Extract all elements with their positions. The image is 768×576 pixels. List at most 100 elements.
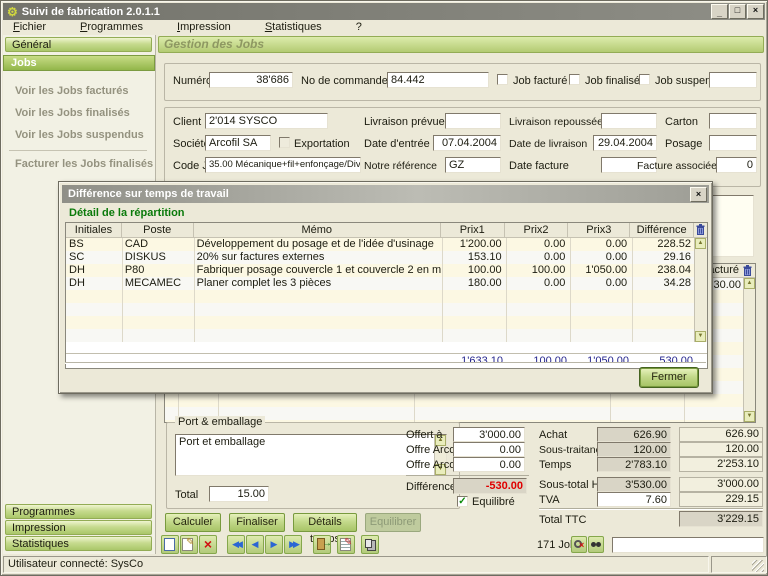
col-prix3[interactable]: Prix3 bbox=[568, 223, 630, 237]
achat-calc-field: 626.90 bbox=[597, 427, 671, 442]
factassoc-label: Facture associée bbox=[637, 160, 717, 172]
edit-job-button[interactable]: ✎ bbox=[180, 535, 198, 554]
calculer-button[interactable]: Calculer bbox=[165, 513, 221, 532]
col-prix2[interactable]: Prix2 bbox=[505, 223, 569, 237]
sidebar-item-jobs-finalises[interactable]: Voir les Jobs finalisés bbox=[15, 107, 130, 119]
previous-record-icon: ◀ bbox=[252, 539, 259, 549]
menu-help[interactable]: ? bbox=[346, 20, 372, 35]
title-bar[interactable]: ⚙ Suivi de fabrication 2.0.1.1 _ □ × bbox=[3, 3, 765, 20]
job-facture-checkbox[interactable] bbox=[497, 74, 508, 85]
window-title: Suivi de fabrication 2.0.1.1 bbox=[22, 6, 710, 18]
menu-bar: Fichier Programmes Impression Statistiqu… bbox=[3, 20, 765, 35]
col-poste[interactable]: Poste bbox=[122, 223, 194, 237]
menu-statistiques[interactable]: Statistiques bbox=[255, 20, 332, 35]
search-input[interactable] bbox=[612, 537, 764, 553]
dialog-title: Différence sur temps de travail bbox=[68, 188, 229, 200]
dialog-title-bar[interactable]: Différence sur temps de travail × bbox=[62, 185, 709, 203]
temps-label: Temps bbox=[539, 459, 571, 471]
livprevue-field[interactable] bbox=[445, 113, 501, 129]
client-field[interactable]: 2'014 SYSCO bbox=[205, 113, 328, 129]
resize-grip[interactable] bbox=[752, 560, 764, 572]
delete-job-button[interactable]: × bbox=[199, 535, 217, 554]
sidebar-section-jobs[interactable]: Jobs bbox=[3, 55, 155, 71]
suspendu-field[interactable] bbox=[709, 72, 757, 88]
notreref-field[interactable]: GZ bbox=[445, 157, 501, 173]
tva-field[interactable]: 7.60 bbox=[597, 492, 671, 507]
clear-search-button[interactable]: × bbox=[571, 536, 587, 553]
numero-field[interactable]: 38'686 bbox=[209, 72, 293, 88]
exportation-checkbox[interactable] bbox=[279, 137, 290, 148]
new-job-button[interactable] bbox=[161, 535, 179, 554]
offre-arcomec-field[interactable]: 0.00 bbox=[453, 457, 525, 472]
items-delete-icon[interactable] bbox=[743, 265, 752, 276]
sidebar-section-impression[interactable]: Impression bbox=[5, 520, 152, 535]
fermer-button[interactable]: Fermer bbox=[640, 368, 698, 387]
table-row[interactable]: DH MECAMEC Planer complet les 3 pièces 1… bbox=[66, 277, 694, 290]
first-record-button[interactable]: ◀◀ bbox=[227, 535, 245, 554]
items-table-scrollbar[interactable]: ▲ ▼ bbox=[743, 278, 755, 422]
pencil-icon: ✎ bbox=[186, 537, 194, 548]
previous-record-button[interactable]: ◀ bbox=[246, 535, 264, 554]
report-button[interactable]: ✎ bbox=[337, 535, 355, 554]
copy-icon bbox=[365, 539, 372, 548]
last-record-button[interactable]: ▶▶ bbox=[284, 535, 302, 554]
close-button[interactable]: × bbox=[747, 4, 764, 19]
sidebar-item-jobs-factures[interactable]: Voir les Jobs facturés bbox=[15, 85, 129, 97]
dialog-close-icon[interactable]: × bbox=[690, 187, 707, 202]
achat-label: Achat bbox=[539, 429, 567, 441]
sidebar-item-facturer-finalises[interactable]: Facturer les Jobs finalisés bbox=[15, 158, 153, 170]
table-row[interactable]: SC DISKUS 20% sur factures externes 153.… bbox=[66, 251, 694, 264]
ttc-label: Total TTC bbox=[539, 514, 586, 526]
livrepoussee-field[interactable] bbox=[601, 113, 657, 129]
col-difference[interactable]: Différence bbox=[630, 223, 694, 237]
sidebar-section-statistiques[interactable]: Statistiques bbox=[5, 536, 152, 551]
repartition-scrollbar[interactable]: ▲ ▼ bbox=[694, 238, 707, 342]
temps-facture-field: 2'253.10 bbox=[679, 457, 763, 472]
societe-field[interactable]: Arcofil SA bbox=[205, 135, 271, 151]
port-total-field[interactable]: 15.00 bbox=[209, 486, 269, 502]
factassoc-field[interactable]: 0 bbox=[716, 157, 757, 173]
scroll-up-icon[interactable]: ▲ bbox=[744, 278, 755, 289]
dlivraison-field[interactable]: 29.04.2004 bbox=[593, 135, 657, 151]
menu-impression[interactable]: Impression bbox=[167, 20, 241, 35]
scroll-down-icon[interactable]: ▼ bbox=[744, 411, 755, 422]
job-suspendu-checkbox[interactable] bbox=[639, 74, 650, 85]
scroll-down-icon[interactable]: ▼ bbox=[695, 331, 706, 342]
equilibre-checkbox[interactable]: ✓ bbox=[457, 496, 468, 507]
exit-button[interactable]: → bbox=[313, 535, 331, 554]
scroll-up-icon[interactable]: ▲ bbox=[695, 238, 706, 249]
search-button[interactable] bbox=[588, 536, 604, 553]
commande-field[interactable]: 84.442 bbox=[387, 72, 489, 88]
status-bar: Utilisateur connecté: SysCo bbox=[3, 556, 709, 573]
dentree-field[interactable]: 07.04.2004 bbox=[433, 135, 501, 151]
col-initiales[interactable]: Initiales bbox=[66, 223, 122, 237]
binoculars-icon bbox=[591, 542, 596, 547]
offert-field[interactable]: 3'000.00 bbox=[453, 427, 525, 442]
posage-field[interactable] bbox=[709, 135, 757, 151]
total-prix1: 1'633.10 bbox=[442, 354, 506, 368]
col-memo[interactable]: Mémo bbox=[194, 223, 441, 237]
maximize-button[interactable]: □ bbox=[729, 4, 746, 19]
table-row[interactable]: BS CAD Développement du posage et de l'i… bbox=[66, 238, 694, 251]
job-finalise-checkbox[interactable] bbox=[569, 74, 580, 85]
minimize-button[interactable]: _ bbox=[711, 4, 728, 19]
finaliser-button[interactable]: Finaliser bbox=[229, 513, 285, 532]
delete-row-icon[interactable] bbox=[696, 224, 705, 235]
menu-programmes[interactable]: Programmes bbox=[70, 20, 153, 35]
livprevue-label: Livraison prévue bbox=[364, 116, 445, 128]
codejob-field[interactable]: 35.00 Mécanique+fil+enfonçage/Divers bbox=[205, 157, 361, 173]
sidebar-section-programmes[interactable]: Programmes bbox=[5, 504, 152, 519]
equilibrer-button[interactable]: Equilibrer bbox=[365, 513, 421, 532]
offre-arcofil-field[interactable]: 0.00 bbox=[453, 442, 525, 457]
menu-fichier[interactable]: Fichier bbox=[3, 20, 56, 35]
table-row[interactable]: DH P80 Fabriquer posage couvercle 1 et c… bbox=[66, 264, 694, 277]
app-window: ⚙ Suivi de fabrication 2.0.1.1 _ □ × Fic… bbox=[0, 0, 768, 576]
details-temps-button[interactable]: Détails temps bbox=[293, 513, 357, 532]
sidebar-section-general[interactable]: Général bbox=[5, 37, 152, 52]
soustraitance-facture-field: 120.00 bbox=[679, 442, 763, 457]
carton-field[interactable] bbox=[709, 113, 757, 129]
col-prix1[interactable]: Prix1 bbox=[441, 223, 505, 237]
copy-button[interactable] bbox=[361, 535, 379, 554]
next-record-button[interactable]: ▶ bbox=[265, 535, 283, 554]
sidebar-item-jobs-suspendus[interactable]: Voir les Jobs suspendus bbox=[15, 129, 144, 141]
